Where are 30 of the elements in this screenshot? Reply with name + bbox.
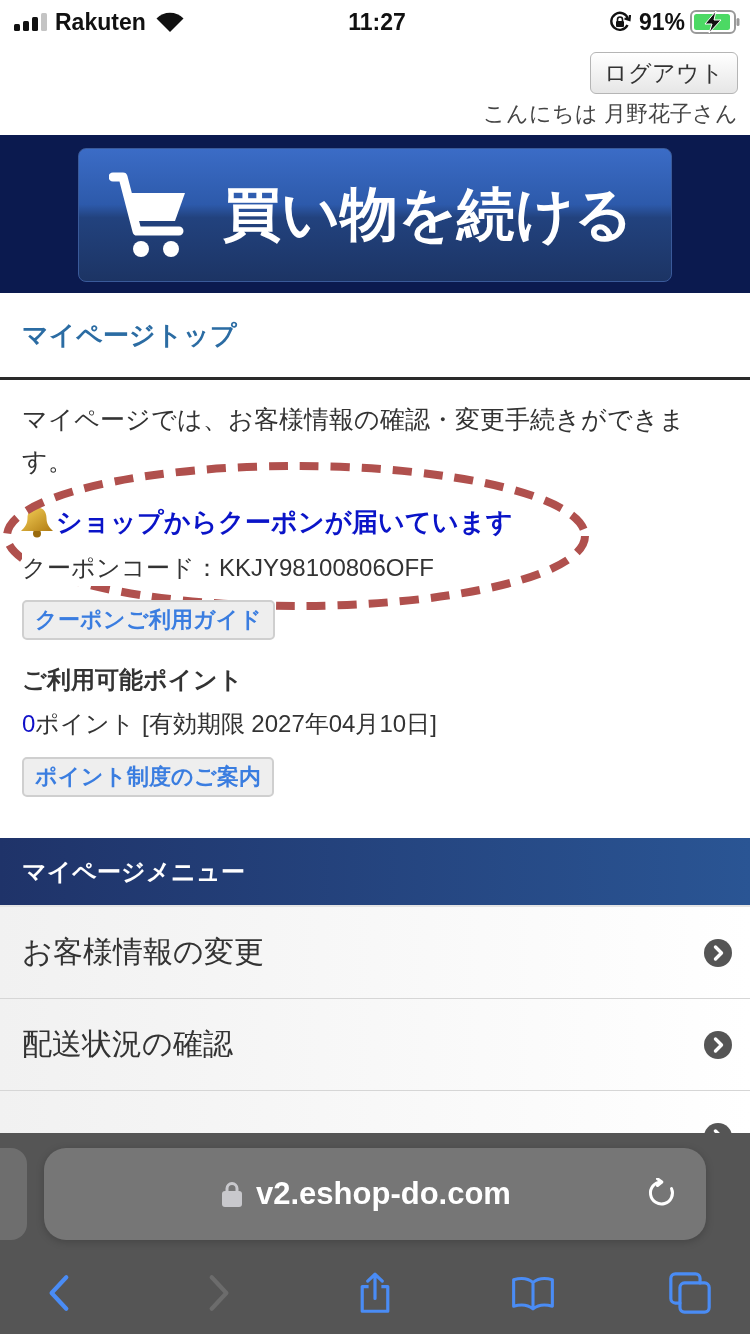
url-text: v2.eshop-do.com <box>256 1176 511 1212</box>
chevron-circle-icon <box>704 1030 732 1059</box>
menu-title: マイページメニュー <box>22 856 245 887</box>
battery-percent: 91% <box>638 8 685 36</box>
rotation-lock-icon <box>608 11 631 33</box>
signal-bars-icon <box>14 13 48 31</box>
tabs-icon <box>668 1272 712 1314</box>
greeting-text: こんにちは 月野花子さん <box>482 100 738 128</box>
points-value: 0 <box>22 710 36 737</box>
clock-time: 11:27 <box>348 8 406 36</box>
menu-item[interactable]: 配送状況の確認 <box>0 999 750 1091</box>
continue-shopping-button[interactable]: 買い物を続ける <box>78 148 672 282</box>
battery-charging-icon <box>690 10 740 34</box>
page-title: マイページトップ <box>22 318 237 352</box>
lock-icon <box>222 1181 242 1207</box>
address-bar[interactable]: v2.eshop-do.com <box>44 1148 706 1240</box>
points-heading: ご利用可能ポイント <box>22 665 244 695</box>
previous-tab-card[interactable] <box>0 1148 27 1240</box>
points-expiry-text: ポイント [有効期限 2027年04月10日] <box>35 710 437 737</box>
logout-button[interactable]: ログアウト <box>590 52 738 94</box>
reload-icon <box>647 1178 677 1208</box>
wifi-icon <box>155 12 184 32</box>
bell-icon <box>20 506 54 538</box>
menu-item[interactable]: お客様情報の変更 <box>0 907 750 999</box>
chevron-circle-icon <box>704 938 732 967</box>
coupon-notice-link[interactable]: ショップからクーポンが届いています <box>56 504 513 540</box>
carrier-name: Rakuten <box>55 8 146 36</box>
intro-text: マイページでは、お客様情報の確認・変更手続きができます。 <box>22 404 686 477</box>
tabs-button[interactable] <box>666 1270 714 1316</box>
coupon-code-text: クーポンコード：KKJY98100806OFF <box>22 550 434 586</box>
